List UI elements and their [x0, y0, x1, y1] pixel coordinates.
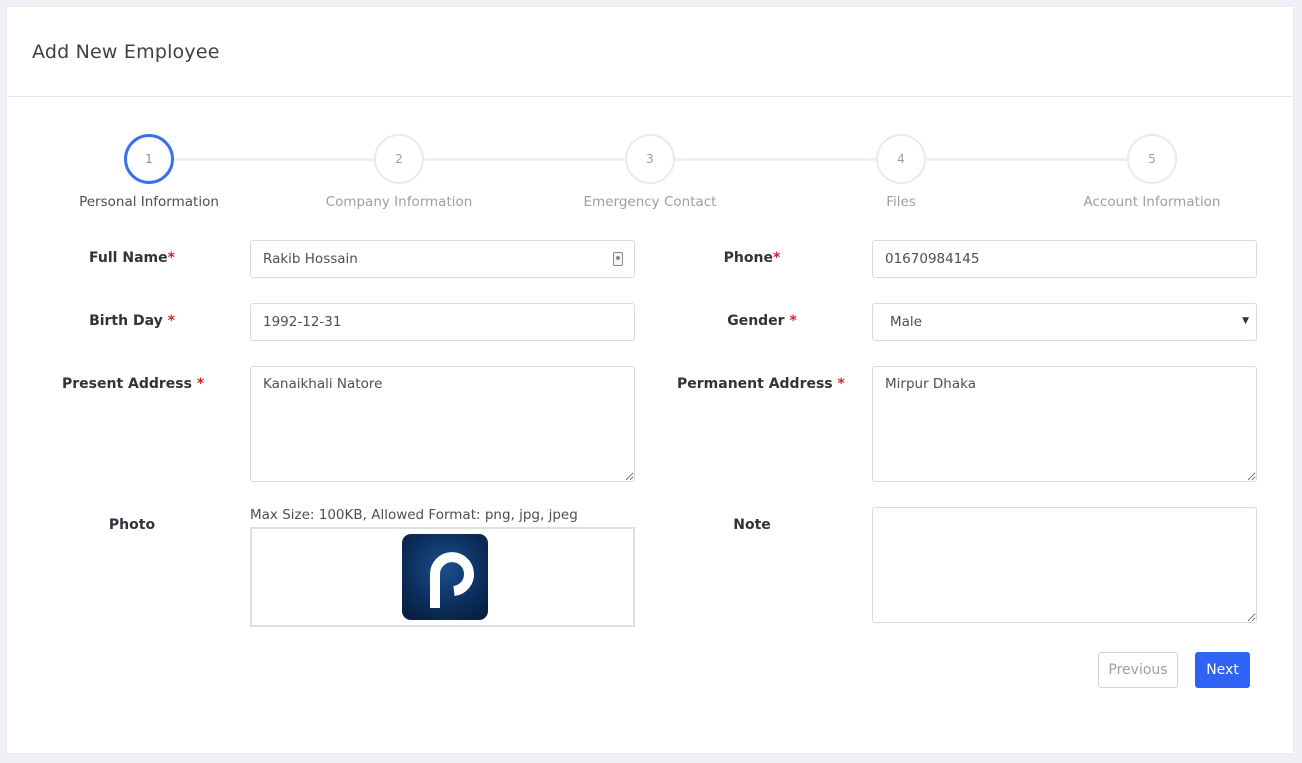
previous-button[interactable]: Previous: [1098, 652, 1178, 688]
birth-day-label: Birth Day *: [67, 313, 197, 329]
required-mark: *: [167, 313, 175, 329]
gender-label: Gender *: [687, 313, 837, 329]
required-mark: *: [167, 250, 175, 266]
present-address-label: Present Address *: [62, 376, 205, 392]
photo-preview-image: [402, 534, 488, 620]
permanent-address-textarea[interactable]: Mirpur Dhaka: [872, 366, 1257, 482]
photo-hint: Max Size: 100KB, Allowed Format: png, jp…: [250, 507, 578, 523]
gender-select-value: Male: [872, 303, 1257, 341]
note-label: Note: [733, 517, 771, 533]
next-button[interactable]: Next: [1195, 652, 1250, 688]
step-personal-information[interactable]: 1 Personal Information: [49, 134, 249, 210]
step-label: Account Information: [1083, 194, 1221, 210]
photo-label: Photo: [108, 517, 156, 533]
phone-label-text: Phone: [723, 250, 773, 266]
page-title: Add New Employee: [32, 40, 220, 63]
step-number-circle: 1: [124, 134, 174, 184]
step-number-circle: 3: [625, 134, 675, 184]
phone-label: Phone*: [687, 250, 817, 266]
step-number-circle: 5: [1127, 134, 1177, 184]
present-address-label-text: Present Address: [62, 376, 192, 392]
full-name-input[interactable]: [250, 240, 635, 278]
birth-day-label-text: Birth Day: [89, 313, 163, 329]
step-number-circle: 2: [374, 134, 424, 184]
required-mark: *: [196, 376, 205, 392]
step-label: Company Information: [325, 194, 473, 210]
step-files[interactable]: 4 Files: [801, 134, 1001, 210]
required-mark: *: [772, 250, 781, 266]
step-number-circle: 4: [876, 134, 926, 184]
photo-upload-preview[interactable]: [250, 527, 635, 627]
birth-day-input[interactable]: [250, 303, 635, 341]
add-employee-card: Add New Employee 1 Personal Information …: [7, 7, 1293, 753]
gender-label-text: Gender: [727, 313, 785, 329]
present-address-textarea[interactable]: Kanaikhali Natore: [250, 366, 635, 482]
required-mark: *: [789, 313, 797, 329]
wizard-stepper: 1 Personal Information 2 Company Informa…: [7, 134, 1293, 214]
permanent-address-label: Permanent Address *: [677, 376, 845, 392]
step-label: Emergency Contact: [583, 194, 717, 210]
permanent-address-label-text: Permanent Address: [677, 376, 833, 392]
gender-select[interactable]: Male ▼: [872, 303, 1257, 341]
full-name-label: Full Name*: [67, 250, 197, 266]
phone-input[interactable]: [872, 240, 1257, 278]
required-mark: *: [837, 376, 845, 392]
p-logo-icon: [430, 552, 474, 608]
contact-card-icon[interactable]: [613, 252, 623, 266]
step-label: Personal Information: [79, 194, 219, 210]
step-company-information[interactable]: 2 Company Information: [299, 134, 499, 210]
chevron-down-icon: ▼: [1242, 316, 1249, 326]
full-name-label-text: Full Name: [89, 250, 168, 266]
card-header: Add New Employee: [7, 7, 1293, 97]
step-emergency-contact[interactable]: 3 Emergency Contact: [550, 134, 750, 210]
step-label: Files: [886, 194, 916, 210]
step-account-information[interactable]: 5 Account Information: [1052, 134, 1252, 210]
note-textarea[interactable]: [872, 507, 1257, 623]
